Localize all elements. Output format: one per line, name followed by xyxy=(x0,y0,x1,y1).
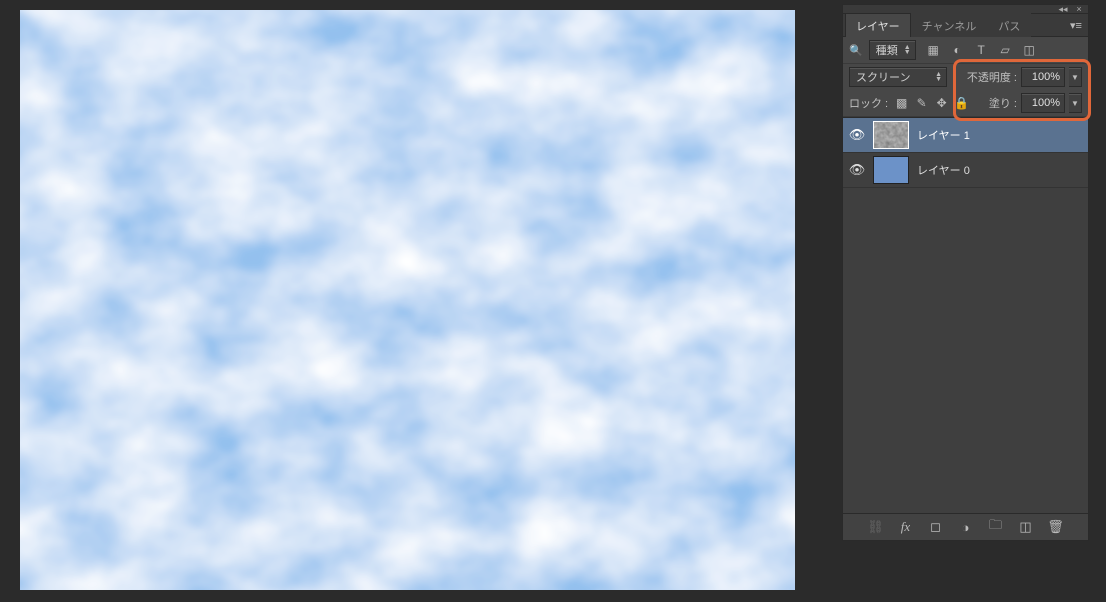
lock-label: ロック : xyxy=(849,95,888,111)
search-icon[interactable]: 🔍 xyxy=(849,44,863,57)
collapse-icon[interactable]: ◂◂ xyxy=(1058,6,1068,12)
lock-position-icon[interactable]: ✥ xyxy=(934,96,949,111)
tab-layers[interactable]: レイヤー xyxy=(845,13,911,37)
tab-paths[interactable]: パス xyxy=(987,13,1031,37)
layers-panel: ◂◂ × レイヤー チャンネル パス ▾≡ 🔍 種類 ▲▼ ▦ ◐ T ▱ ◫ … xyxy=(842,4,1089,541)
new-layer-icon[interactable]: ◫ xyxy=(1018,519,1034,535)
lock-transparency-icon[interactable]: ▩ xyxy=(894,96,909,111)
opacity-label: 不透明度 : xyxy=(967,69,1017,85)
filter-adjustment-icon[interactable]: ◐ xyxy=(950,43,965,58)
add-mask-icon[interactable]: ◻ xyxy=(928,519,944,535)
fill-label: 塗り : xyxy=(989,95,1017,111)
opacity-dropdown-icon[interactable]: ▼ xyxy=(1069,67,1082,87)
tab-label: パス xyxy=(998,21,1020,33)
delete-layer-icon[interactable]: 🗑 xyxy=(1048,519,1064,535)
layer-filter-row: 🔍 種類 ▲▼ ▦ ◐ T ▱ ◫ xyxy=(843,37,1088,64)
layer-thumbnail[interactable] xyxy=(873,156,909,184)
blend-mode-value: スクリーン xyxy=(856,69,910,85)
document-canvas[interactable] xyxy=(20,10,795,590)
lock-row: ロック : ▩ ✎ ✥ 🔒 塗り : 100% ▼ xyxy=(843,90,1088,117)
filter-pixel-icon[interactable]: ▦ xyxy=(926,43,941,58)
layer-row[interactable]: 👁 レイヤー 0 xyxy=(843,153,1088,188)
fill-dropdown-icon[interactable]: ▼ xyxy=(1069,93,1082,113)
blend-mode-select[interactable]: スクリーン ▲▼ xyxy=(849,67,947,87)
link-layers-icon[interactable]: ⛓ xyxy=(868,519,884,535)
lock-all-icon[interactable]: 🔒 xyxy=(954,96,969,111)
filter-smartobject-icon[interactable]: ◫ xyxy=(1022,43,1037,58)
visibility-toggle-icon[interactable]: 👁 xyxy=(849,162,865,178)
dropdown-handle-icon: ▲▼ xyxy=(904,45,911,55)
opacity-value[interactable]: 100% xyxy=(1021,67,1065,87)
panel-menu-icon[interactable]: ▾≡ xyxy=(1068,18,1084,32)
filter-kind-select[interactable]: 種類 ▲▼ xyxy=(869,40,916,60)
fx-icon[interactable]: fx xyxy=(898,519,914,535)
blend-row: スクリーン ▲▼ 不透明度 : 100% ▼ xyxy=(843,64,1088,90)
new-group-icon[interactable]: 🗀 xyxy=(988,519,1004,535)
tab-label: レイヤー xyxy=(856,21,900,33)
filter-shape-icon[interactable]: ▱ xyxy=(998,43,1013,58)
lock-icons: ▩ ✎ ✥ 🔒 xyxy=(894,96,969,111)
layer-row[interactable]: 👁 レイヤー 1 xyxy=(843,118,1088,153)
layer-name: レイヤー 0 xyxy=(917,162,970,178)
panel-tabs: レイヤー チャンネル パス ▾≡ xyxy=(843,14,1088,37)
layer-thumbnail[interactable] xyxy=(873,121,909,149)
tab-label: チャンネル xyxy=(922,21,977,33)
filter-kind-label: 種類 xyxy=(876,42,898,58)
layer-name: レイヤー 1 xyxy=(917,127,970,143)
visibility-toggle-icon[interactable]: 👁 xyxy=(849,127,865,143)
filter-icons: ▦ ◐ T ▱ ◫ xyxy=(926,43,1037,58)
panel-footer: ⛓ fx ◻ ◑ 🗀 ◫ 🗑 xyxy=(843,513,1088,540)
filter-type-icon[interactable]: T xyxy=(974,43,989,58)
adjustment-layer-icon[interactable]: ◑ xyxy=(958,519,974,535)
close-icon[interactable]: × xyxy=(1074,6,1084,12)
tab-channels[interactable]: チャンネル xyxy=(911,13,988,37)
layer-list: 👁 レイヤー 1 👁 レイヤー 0 xyxy=(843,117,1088,513)
fill-value[interactable]: 100% xyxy=(1021,93,1065,113)
lock-paint-icon[interactable]: ✎ xyxy=(914,96,929,111)
cloud-image xyxy=(20,10,795,590)
dropdown-handle-icon: ▲▼ xyxy=(935,72,942,82)
